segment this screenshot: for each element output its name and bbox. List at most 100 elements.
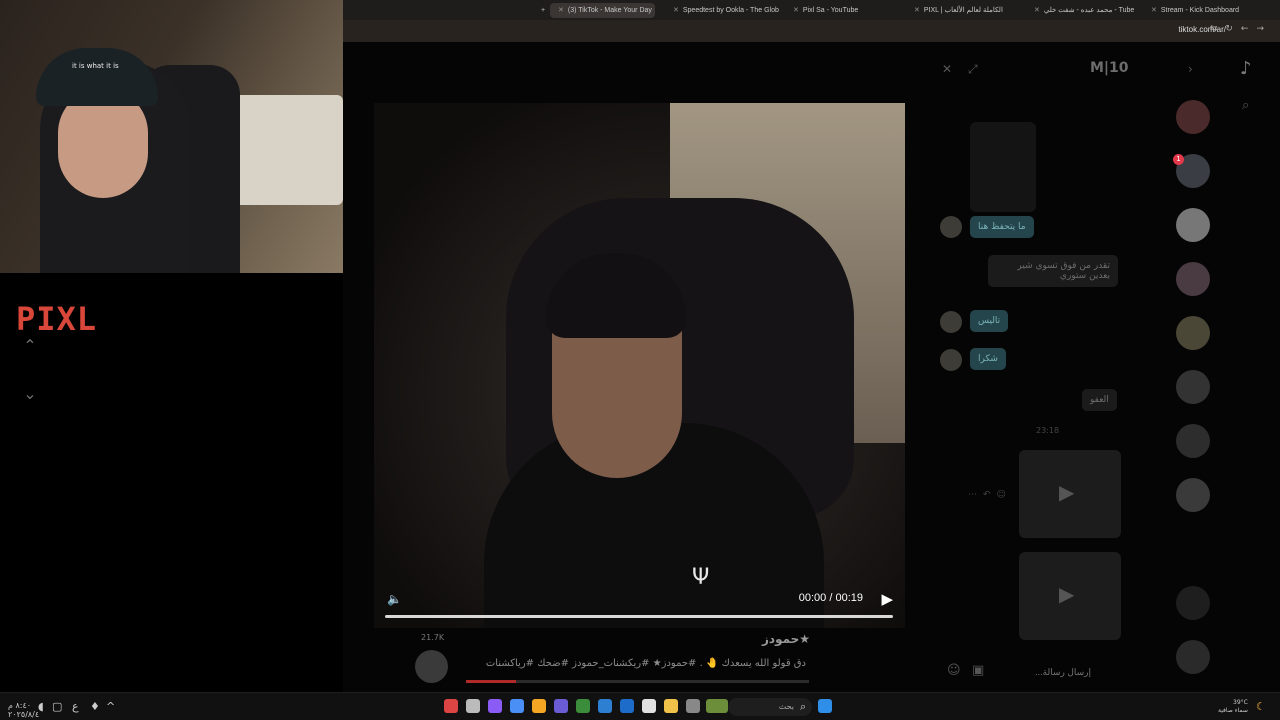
close-icon[interactable]: ✕ xyxy=(673,7,679,14)
tiktok-logo-icon[interactable]: ♪ xyxy=(1240,58,1252,79)
tab-kick[interactable]: ✕ Stream - Kick Dashboard xyxy=(1143,3,1243,18)
chrome-icon[interactable] xyxy=(510,699,524,713)
tab-label: Stream - Kick Dashboard xyxy=(1160,7,1240,14)
app-icon[interactable] xyxy=(466,699,480,713)
image-icon[interactable]: ▣ xyxy=(972,663,984,678)
tab-youtube-music[interactable]: ✕ محمد عبده - شفت خلي - Tube xyxy=(1026,3,1146,18)
expand-icon[interactable]: ⤢ xyxy=(968,62,978,77)
chat-message: تقدر من فوق تسوي شير بعدين ستوري xyxy=(988,255,1118,287)
play-icon: ▶ xyxy=(1059,582,1075,606)
app-icon[interactable] xyxy=(686,699,700,713)
mic-icon[interactable]: ♦ xyxy=(90,700,100,713)
webcam-cap-text: it is what it is xyxy=(72,62,119,70)
tab-label: محمد عبده - شفت خلي - Tube xyxy=(1043,7,1135,14)
chat-message: العفو xyxy=(1082,389,1117,411)
chat-message: تاليس xyxy=(970,310,1009,332)
conversation-avatar[interactable] xyxy=(1176,478,1210,512)
network-icon[interactable]: ▢ xyxy=(52,700,62,713)
tab-pixl-site[interactable]: ✕ PIXL | الكاملة لعالم الألعاب xyxy=(906,3,1026,18)
avatar xyxy=(940,311,962,333)
tab-speedtest[interactable]: ✕ Speedtest by Ookla - The Glob xyxy=(665,3,780,18)
emoji-icon[interactable]: ☺ xyxy=(947,663,961,678)
search-icon: ⌕ xyxy=(800,700,807,713)
chat-message: شكرا xyxy=(970,348,1006,370)
app-icon[interactable] xyxy=(620,699,634,713)
new-tab-button[interactable]: + xyxy=(533,3,545,18)
chat-input-row: ☺ ▣ xyxy=(937,660,1147,684)
conversation-avatar[interactable] xyxy=(1176,100,1210,134)
app-icon[interactable] xyxy=(706,699,728,713)
webcam-cap xyxy=(36,48,158,106)
close-icon[interactable]: ✕ xyxy=(1151,7,1157,14)
browser-tab-bar: + ✕ (3) TikTok - Make Your Day ✕ Speedtest… xyxy=(343,0,1280,20)
conversation-avatar[interactable] xyxy=(1176,262,1210,296)
start-icon[interactable] xyxy=(818,699,832,713)
tab-label: (3) TikTok - Make Your Day xyxy=(567,7,652,14)
close-icon[interactable]: ✕ xyxy=(942,62,952,76)
post-author[interactable]: حمودز★ xyxy=(762,632,810,646)
tab-tiktok[interactable]: ✕ (3) TikTok - Make Your Day xyxy=(550,3,655,18)
avatar[interactable] xyxy=(415,650,448,683)
message-input[interactable] xyxy=(993,662,1093,682)
video-player[interactable]: Ψ xyxy=(374,103,905,628)
weather-widget[interactable]: 39°C سماء صافية xyxy=(1218,699,1248,715)
chevron-down-icon[interactable]: ⌄ xyxy=(18,382,42,406)
chrome-icon[interactable] xyxy=(532,699,546,713)
chrome-icon[interactable] xyxy=(444,699,458,713)
webcam-overlay: it is what it is xyxy=(0,0,343,273)
caption-progress xyxy=(466,680,809,683)
play-icon: ▶ xyxy=(1059,480,1075,504)
notification-icon[interactable]: ◖ xyxy=(38,700,44,713)
chevron-up-icon[interactable]: ^ xyxy=(106,700,115,713)
message-actions[interactable]: ⋯↶☺ xyxy=(968,490,1012,500)
chat-message: ما يتحفظ هنا xyxy=(970,216,1034,238)
chat-timestamp: 23:18 xyxy=(1036,426,1060,435)
search-icon[interactable]: ⌕ xyxy=(1242,98,1249,113)
pixl-logo: PIXL xyxy=(16,300,98,338)
close-icon[interactable]: ✕ xyxy=(1034,7,1040,14)
weather-temp: 39°C xyxy=(1233,699,1248,706)
app-icon[interactable] xyxy=(576,699,590,713)
webcam-bed xyxy=(230,95,343,205)
conversation-avatar[interactable] xyxy=(1176,208,1210,242)
conversation-avatar[interactable] xyxy=(1176,640,1210,674)
tab-label: PIXL | الكاملة لعالم الألعاب xyxy=(923,7,1003,14)
video-time: 00:00 / 00:19 xyxy=(798,592,863,604)
shared-video-thumb[interactable]: ▶ xyxy=(1019,450,1121,538)
weather-desc: سماء صافية xyxy=(1218,707,1248,714)
conversation-avatar[interactable] xyxy=(1176,586,1210,620)
app-icon[interactable] xyxy=(554,699,568,713)
clock-time: ٨:٤٠ م xyxy=(8,701,32,710)
app-icon[interactable] xyxy=(642,699,656,713)
conversation-avatar[interactable] xyxy=(1176,370,1210,404)
language-indicator[interactable]: ع xyxy=(72,700,79,713)
unread-badge: 1 xyxy=(1173,154,1184,165)
folder-icon[interactable] xyxy=(664,699,678,713)
shared-video-thumb[interactable]: ▶ xyxy=(1019,552,1121,640)
conversation-avatar[interactable] xyxy=(1176,316,1210,350)
close-icon[interactable]: ✕ xyxy=(793,7,799,14)
close-icon[interactable]: ✕ xyxy=(914,7,920,14)
nav-icons[interactable]: ⇆↻←→ xyxy=(1210,24,1272,34)
chevron-right-icon[interactable]: › xyxy=(1188,62,1193,76)
close-icon[interactable]: ✕ xyxy=(558,7,564,14)
address-bar[interactable]: tiktok.com/ar/ ⇆↻←→ xyxy=(343,20,1280,42)
app-icon[interactable] xyxy=(598,699,612,713)
tab-label: Pixl Sa - YouTube xyxy=(802,7,859,14)
chevron-up-icon[interactable]: ⌃ xyxy=(18,334,42,358)
tab-label: Speedtest by Ookla - The Glob xyxy=(682,7,779,14)
conversation-avatar[interactable] xyxy=(1176,424,1210,458)
tab-youtube-pixl[interactable]: ✕ Pixl Sa - YouTube xyxy=(785,3,895,18)
video-controls: 🔈 00:00 / 00:19 ▶ xyxy=(385,588,895,612)
clock[interactable]: ٨:٤٠ م ٢٠٢٥/٨/٤ xyxy=(8,701,39,719)
shared-video-card[interactable] xyxy=(970,122,1036,212)
play-icon[interactable]: ▶ xyxy=(881,590,893,608)
volume-icon[interactable]: 🔈 xyxy=(387,592,402,606)
conversation-list: 1 xyxy=(1167,90,1219,690)
post-caption: دق قولو الله يسعدك 🤚 . #حمودز★ #ريكشنات_… xyxy=(485,658,806,669)
post-likes: 21.7K xyxy=(421,633,445,642)
avatar xyxy=(940,216,962,238)
watermark-icon: Ψ xyxy=(692,565,710,590)
discord-icon[interactable] xyxy=(488,699,502,713)
video-progress-bar[interactable] xyxy=(385,615,893,618)
